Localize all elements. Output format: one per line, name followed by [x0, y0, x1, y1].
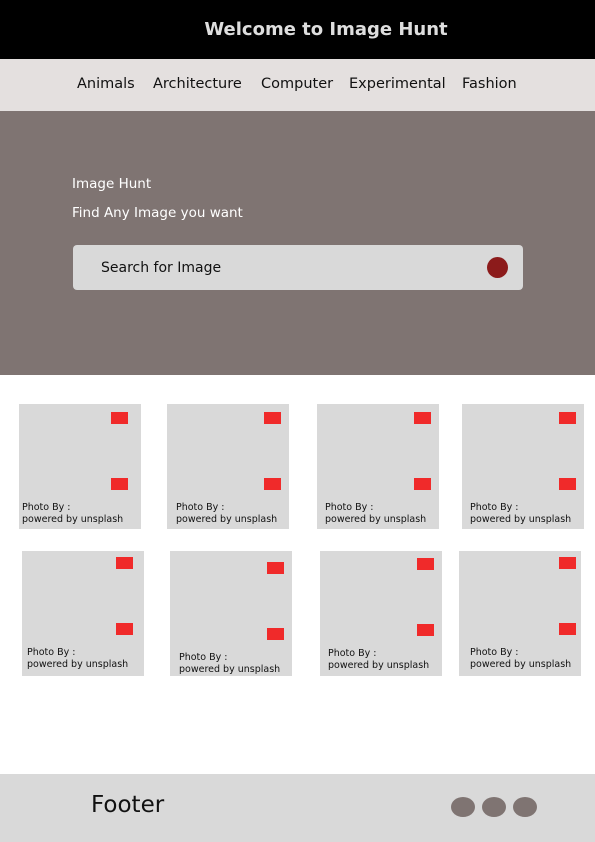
footer-label: Footer [91, 792, 165, 818]
photo-credit: Photo By : [179, 652, 228, 663]
download-icon[interactable] [559, 623, 576, 635]
bookmark-icon[interactable] [116, 557, 133, 569]
image-card[interactable]: Photo By : powered by unsplash [317, 404, 439, 529]
nav-item-experimental[interactable]: Experimental [349, 76, 446, 92]
nav-item-architecture[interactable]: Architecture [153, 76, 242, 92]
category-nav: Animals Architecture Computer Experiment… [0, 59, 595, 111]
image-card[interactable]: Photo By : powered by unsplash [462, 404, 584, 529]
bookmark-icon[interactable] [414, 412, 431, 424]
download-icon[interactable] [417, 624, 434, 636]
photo-credit: Photo By : [22, 502, 71, 513]
search-icon[interactable] [487, 257, 508, 278]
powered-by-label: powered by unsplash [176, 514, 278, 525]
photo-credit: Photo By : [176, 502, 225, 513]
powered-by-label: powered by unsplash [325, 514, 427, 525]
powered-by-label: powered by unsplash [27, 659, 129, 670]
social-icon[interactable] [451, 797, 475, 817]
nav-item-computer[interactable]: Computer [261, 76, 333, 92]
bookmark-icon[interactable] [264, 412, 281, 424]
download-icon[interactable] [414, 478, 431, 490]
download-icon[interactable] [264, 478, 281, 490]
image-card[interactable]: Photo By : powered by unsplash [19, 404, 141, 529]
image-card[interactable]: Photo By : powered by unsplash [167, 404, 289, 529]
photo-credit: Photo By : [328, 648, 377, 659]
image-card[interactable]: Photo By : powered by unsplash [459, 551, 581, 676]
bookmark-icon[interactable] [559, 412, 576, 424]
photo-credit: Photo By : [325, 502, 374, 513]
powered-by-label: powered by unsplash [22, 514, 124, 525]
photo-credit: Photo By : [470, 647, 519, 658]
bookmark-icon[interactable] [111, 412, 128, 424]
bookmark-icon[interactable] [559, 557, 576, 569]
download-icon[interactable] [267, 628, 284, 640]
image-card[interactable]: Photo By : powered by unsplash [170, 551, 292, 676]
search-input[interactable] [91, 245, 481, 290]
social-icon[interactable] [482, 797, 506, 817]
nav-item-fashion[interactable]: Fashion [462, 76, 517, 92]
download-icon[interactable] [111, 478, 128, 490]
powered-by-label: powered by unsplash [470, 514, 572, 525]
site-title: Welcome to Image Hunt [204, 19, 448, 40]
page-footer: Footer [0, 774, 595, 842]
photo-credit: Photo By : [27, 647, 76, 658]
powered-by-label: powered by unsplash [470, 659, 572, 670]
hero-title: Image Hunt [72, 176, 152, 192]
download-icon[interactable] [116, 623, 133, 635]
hero-section: Image Hunt Find Any Image you want [0, 111, 595, 375]
powered-by-label: powered by unsplash [179, 664, 281, 675]
bookmark-icon[interactable] [267, 562, 284, 574]
top-header: Welcome to Image Hunt [0, 0, 595, 59]
bookmark-icon[interactable] [417, 558, 434, 570]
social-icon[interactable] [513, 797, 537, 817]
nav-item-animals[interactable]: Animals [77, 76, 135, 92]
photo-credit: Photo By : [470, 502, 519, 513]
hero-subtitle: Find Any Image you want [72, 205, 243, 221]
download-icon[interactable] [559, 478, 576, 490]
search-bar [73, 245, 523, 290]
image-card[interactable]: Photo By : powered by unsplash [22, 551, 144, 676]
powered-by-label: powered by unsplash [328, 660, 430, 671]
image-card[interactable]: Photo By : powered by unsplash [320, 551, 442, 676]
